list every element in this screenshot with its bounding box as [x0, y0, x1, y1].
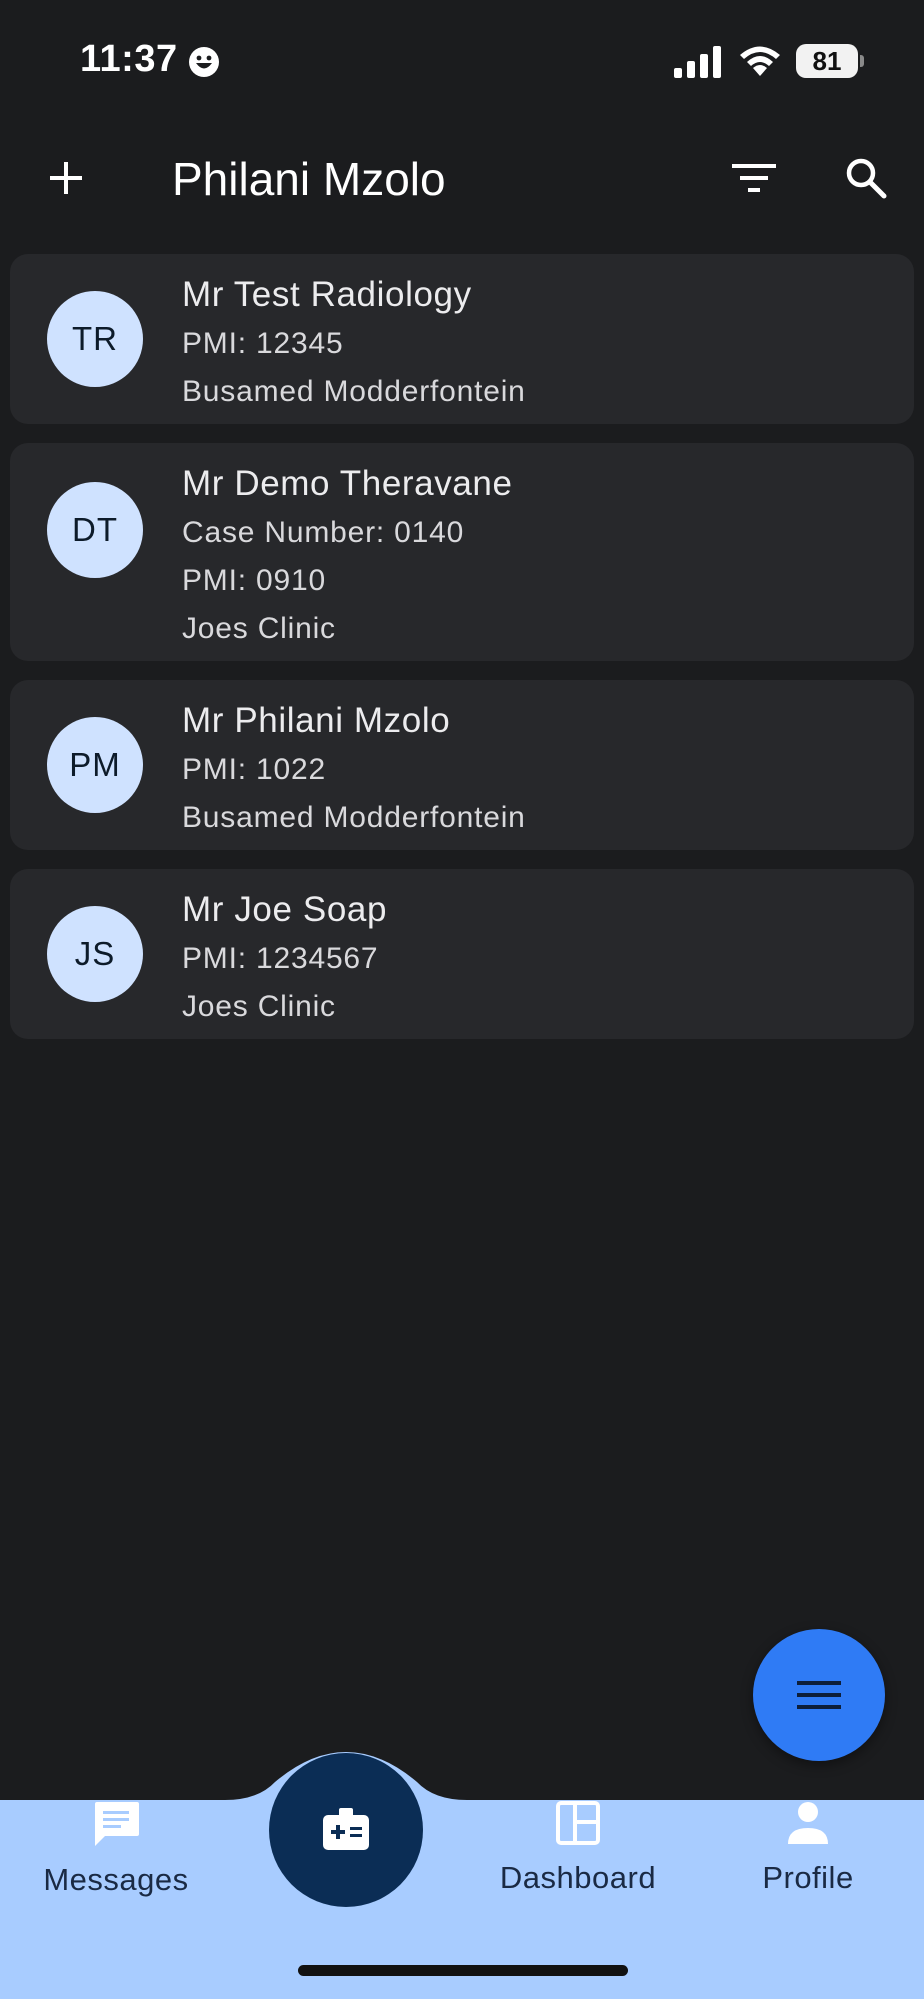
patient-name: Mr Test Radiology — [182, 275, 472, 314]
patient-pmi: PMI: 12345 — [182, 327, 344, 360]
filter-icon — [732, 164, 776, 192]
home-indicator — [298, 1965, 628, 1976]
plus-icon — [50, 162, 82, 194]
patient-details: Mr Philani Mzolo PMI: 1022 Busamed Modde… — [182, 696, 526, 842]
avatar: TR — [47, 291, 143, 387]
patient-case-number: Case Number: 0140 — [182, 516, 465, 549]
medical-id-icon — [323, 1808, 369, 1850]
person-icon — [788, 1802, 828, 1844]
patient-facility: Busamed Modderfontein — [182, 801, 526, 834]
patient-facility: Joes Clinic — [182, 990, 336, 1023]
patient-facility: Busamed Modderfontein — [182, 375, 526, 408]
patient-facility: Joes Clinic — [182, 612, 336, 645]
dashboard-icon — [556, 1801, 600, 1845]
smiley-icon — [189, 47, 219, 77]
search-button[interactable] — [830, 142, 902, 214]
message-icon — [95, 1802, 139, 1846]
patient-card[interactable]: TR Mr Test Radiology PMI: 12345 Busamed … — [10, 254, 914, 424]
menu-icon — [797, 1681, 841, 1709]
avatar: JS — [47, 906, 143, 1002]
patient-details: Mr Joe Soap PMI: 1234567 Joes Clinic — [182, 885, 387, 1031]
patient-list: TR Mr Test Radiology PMI: 12345 Busamed … — [10, 254, 914, 1058]
patient-card[interactable]: DT Mr Demo Theravane Case Number: 0140 P… — [10, 443, 914, 661]
status-bar: 11:37 81 — [0, 0, 924, 110]
add-button[interactable] — [30, 142, 102, 214]
patient-name: Mr Demo Theravane — [182, 464, 513, 503]
nav-profile[interactable]: Profile — [708, 1800, 908, 1896]
search-icon — [846, 158, 887, 199]
patient-card[interactable]: JS Mr Joe Soap PMI: 1234567 Joes Clinic — [10, 869, 914, 1039]
nav-messages[interactable]: Messages — [16, 1800, 216, 1898]
nav-profile-label: Profile — [762, 1860, 854, 1895]
filter-button[interactable] — [718, 142, 790, 214]
battery-level: 81 — [812, 46, 842, 76]
patient-details: Mr Test Radiology PMI: 12345 Busamed Mod… — [182, 270, 526, 416]
app-bar: Philani Mzolo — [0, 130, 924, 226]
avatar: PM — [47, 717, 143, 813]
battery-icon: 81 — [796, 44, 858, 78]
patient-pmi: PMI: 0910 — [182, 564, 326, 597]
nav-center-button[interactable] — [269, 1753, 423, 1907]
avatar: DT — [47, 482, 143, 578]
nav-dashboard-label: Dashboard — [499, 1860, 657, 1895]
patient-name: Mr Joe Soap — [182, 890, 388, 929]
patient-card[interactable]: PM Mr Philani Mzolo PMI: 1022 Busamed Mo… — [10, 680, 914, 850]
screen: 11:37 81 Philani Mzolo TR Mr Test Radiol… — [0, 0, 924, 1999]
patient-name: Mr Philani Mzolo — [182, 701, 451, 740]
nav-dashboard[interactable]: Dashboard — [478, 1800, 678, 1896]
page-title: Philani Mzolo — [172, 153, 446, 205]
nav-messages-label: Messages — [43, 1862, 189, 1897]
battery-nub — [860, 55, 864, 67]
wifi-icon — [740, 46, 780, 76]
patient-details: Mr Demo Theravane Case Number: 0140 PMI:… — [182, 459, 513, 653]
status-time: 11:37 — [80, 38, 178, 80]
patient-pmi: PMI: 1022 — [182, 753, 326, 786]
signal-icon — [674, 46, 721, 78]
patient-pmi: PMI: 1234567 — [182, 942, 379, 975]
